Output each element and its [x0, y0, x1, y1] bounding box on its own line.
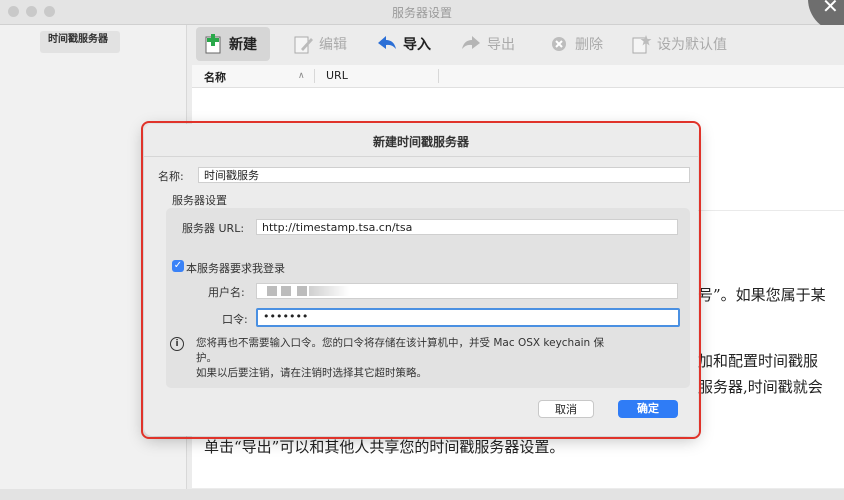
info-icon: i [170, 337, 184, 351]
login-required-label: 本服务器要求我登录 [186, 262, 285, 275]
password-field[interactable]: ••••••• [256, 308, 680, 327]
column-divider [438, 69, 439, 83]
toolbar: 新建 编辑 导入 导出 删除 设为默认值 [192, 25, 844, 65]
password-label: 口令: [222, 313, 248, 326]
info-text-line-3: 如果以后要注销，请在注销时选择其它超时策略。 [196, 367, 427, 379]
edit-button[interactable]: 编辑 [292, 32, 347, 56]
export-label: 导出 [487, 37, 515, 53]
help-text-line-1: 号”。如果您属于某 [698, 286, 826, 304]
title-bar: 服务器设置 [0, 0, 844, 25]
edit-label: 编辑 [319, 37, 347, 53]
edit-icon [292, 33, 314, 55]
set-default-button[interactable]: 设为默认值 [630, 32, 727, 56]
sort-chevron-icon[interactable]: ∧ [298, 71, 305, 81]
name-field[interactable]: 时间戳服务 [198, 167, 690, 183]
login-required-checkbox[interactable]: ✓ [172, 260, 184, 272]
column-divider [314, 69, 315, 83]
sidebar-item-timestamp-servers[interactable]: 时间戳服务器 [40, 31, 120, 53]
help-text-line-4: 单击“导出”可以和其他人共享您的时间戳服务器设置。 [204, 438, 565, 456]
close-icon[interactable]: ✕ [822, 0, 839, 16]
username-field[interactable] [256, 283, 678, 299]
delete-icon [548, 33, 570, 55]
server-url-field[interactable]: http://timestamp.tsa.cn/tsa [256, 219, 678, 235]
cancel-button[interactable]: 取消 [538, 400, 594, 418]
info-text-line-2: 护。 [196, 352, 217, 364]
dialog-title-divider [144, 156, 698, 157]
column-name[interactable]: 名称 [204, 69, 226, 85]
name-label: 名称: [158, 170, 184, 183]
help-text-line-2: 加和配置时间戳服 [698, 352, 819, 370]
import-label: 导入 [403, 37, 431, 53]
new-button[interactable]: 新建 [202, 32, 257, 56]
help-text-line-3: 服务器,时间戳就会 [698, 378, 823, 396]
info-text-line-1: 您将再也不需要输入口令。您的口令将存储在该计算机中，并受 Mac OSX key… [196, 337, 605, 349]
username-label: 用户名: [208, 286, 245, 299]
redacted-block [281, 286, 291, 296]
set-default-label: 设为默认值 [657, 37, 727, 53]
import-button[interactable]: 导入 [376, 32, 431, 56]
delete-button[interactable]: 删除 [548, 32, 603, 56]
delete-label: 删除 [575, 37, 603, 53]
server-settings-label: 服务器设置 [172, 194, 227, 207]
export-button[interactable]: 导出 [460, 32, 515, 56]
dialog-title: 新建时间戳服务器 [372, 135, 469, 149]
redacted-block [309, 286, 349, 296]
server-url-label: 服务器 URL: [182, 222, 245, 235]
table-header: 名称 ∧ URL [192, 65, 844, 88]
new-label: 新建 [229, 37, 257, 53]
new-icon [202, 33, 224, 55]
export-arrow-icon [460, 33, 482, 55]
column-url[interactable]: URL [326, 69, 348, 82]
redacted-block [297, 286, 307, 296]
window-title: 服务器设置 [391, 6, 452, 20]
ok-button[interactable]: 确定 [618, 400, 678, 418]
redacted-block [267, 286, 277, 296]
new-timestamp-server-dialog: 新建时间戳服务器 名称: 时间戳服务 服务器设置 服务器 URL: http:/… [144, 124, 698, 436]
import-arrow-icon [376, 33, 398, 55]
default-star-icon [630, 33, 652, 55]
bottom-bar [0, 489, 844, 500]
